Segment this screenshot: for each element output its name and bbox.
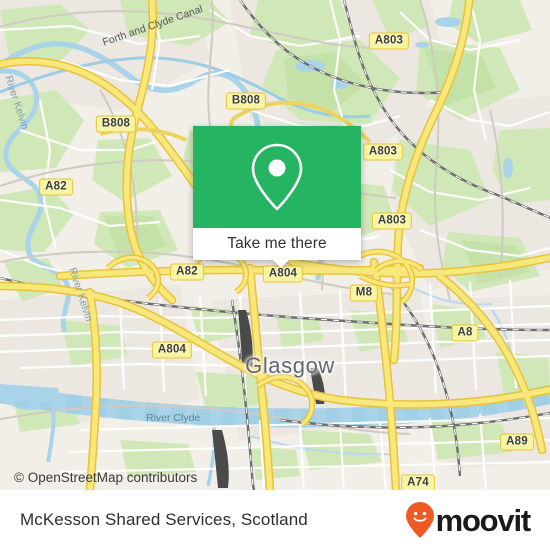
card-footer[interactable]: Take me there <box>193 228 361 260</box>
city-label: Glasgow <box>245 353 335 378</box>
osm-attribution[interactable]: © OpenStreetMap contributors <box>14 470 197 485</box>
moovit-logo[interactable]: moovit <box>405 501 532 539</box>
road-shield-a803[interactable]: A803 <box>371 212 413 230</box>
water-label: River Clyde <box>146 412 201 424</box>
moovit-wordmark: moovit <box>435 502 532 538</box>
map-screenshot: River Kelvin River Kelvin Forth and Clyd… <box>0 0 550 550</box>
take-me-there-label: Take me there <box>227 235 327 252</box>
road-shield-b808[interactable]: B808 <box>95 115 137 133</box>
card-icon-area <box>193 126 361 228</box>
road-shield-a82[interactable]: A82 <box>170 263 204 281</box>
road-shield-m8[interactable]: M8 <box>349 284 379 302</box>
place-title: McKesson Shared Services, Scotland <box>20 510 308 529</box>
road-shield-a804[interactable]: A804 <box>262 265 304 283</box>
road-shield-a82[interactable]: A82 <box>39 178 73 196</box>
road-shield-a803[interactable]: A803 <box>362 143 404 161</box>
moovit-smiling-pin-icon <box>405 502 434 538</box>
road-shield-a804[interactable]: A804 <box>151 341 193 359</box>
bottom-bar: McKesson Shared Services, Scotland moovi… <box>0 490 550 550</box>
card-pointer-tip <box>272 259 290 268</box>
take-me-there-card[interactable]: Take me there <box>193 126 361 260</box>
road-shield-a803[interactable]: A803 <box>368 32 410 50</box>
road-shield-a74[interactable]: A74 <box>401 474 435 490</box>
road-shield-b808[interactable]: B808 <box>225 92 267 110</box>
road-shield-a8[interactable]: A8 <box>451 324 479 342</box>
road-shield-a89[interactable]: A89 <box>500 433 534 451</box>
map-pin-icon <box>251 143 303 211</box>
